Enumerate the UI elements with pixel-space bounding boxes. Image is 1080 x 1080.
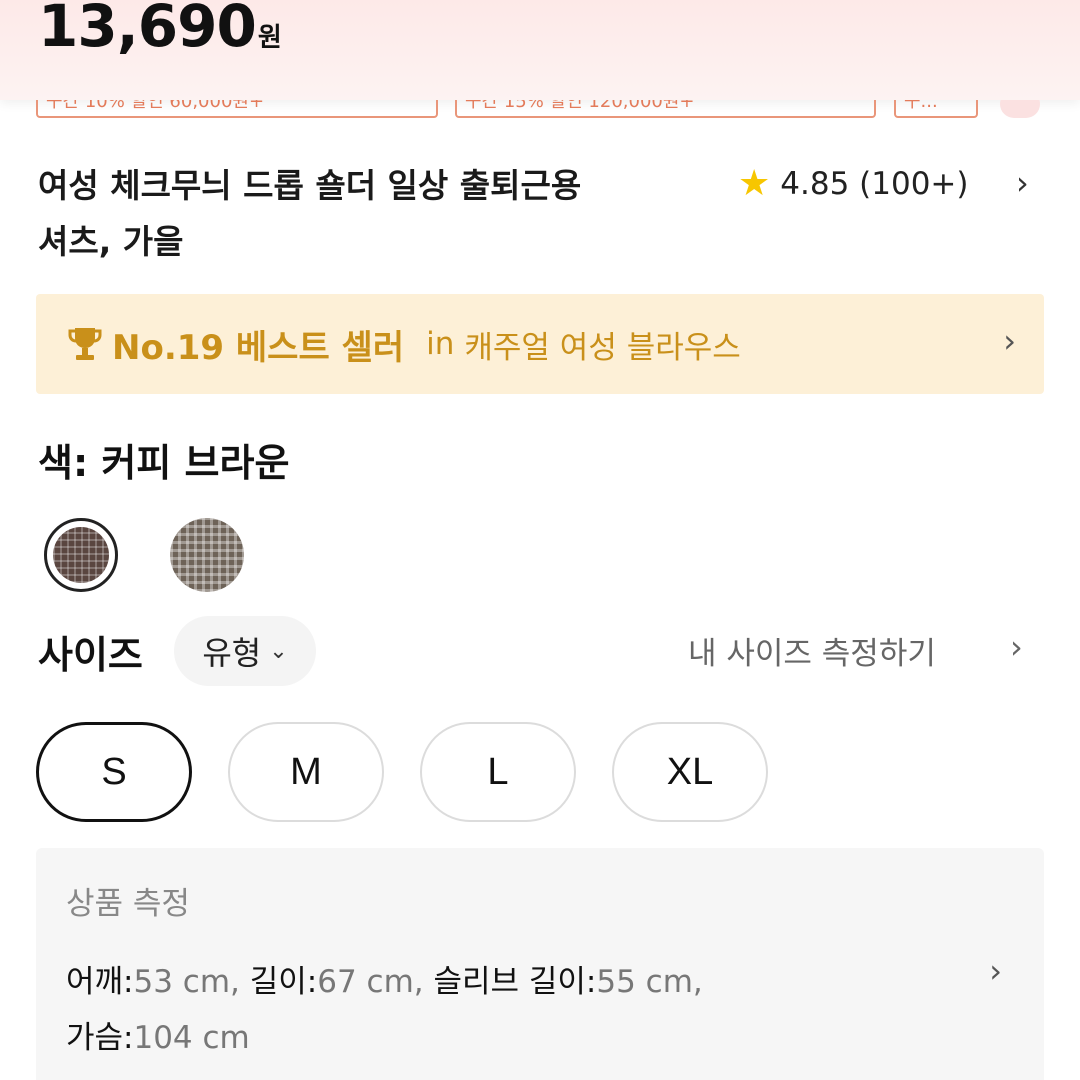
price-amount: 13,690 (38, 0, 257, 60)
shoulder-value: 53 cm, (133, 964, 250, 1000)
product-title-line-2: 셔츠, 가을 (38, 222, 184, 261)
trophy-icon (68, 328, 102, 360)
coupon-more-icon[interactable] (1000, 100, 1040, 118)
chevron-right-icon: › (1003, 322, 1016, 360)
chevron-right-icon[interactable]: › (1016, 164, 1029, 202)
measurement-title: 상품 측정 (66, 886, 190, 922)
coupon-strip: 구간 10% 할인 60,000원+ 구간 15% 할인 120,000원+ 구… (0, 100, 1080, 122)
length-key: 길이: (249, 964, 318, 1000)
star-icon: ★ (738, 163, 771, 204)
best-seller-in: in (426, 326, 455, 362)
sleeve-value: 55 cm, (596, 964, 703, 1000)
color-swatch-coffee-brown[interactable] (53, 527, 109, 583)
price: 13,690 원 (38, 0, 282, 60)
coupon-tier-2[interactable]: 구간 15% 할인 120,000원+ (455, 100, 876, 118)
shoulder-key: 어깨: (66, 964, 134, 1000)
size-type-dropdown[interactable]: 유형 ⌄ (174, 616, 316, 686)
product-title-line-1: 여성 체크무늬 드롭 숄더 일상 출퇴근용 (38, 166, 582, 205)
measure-my-size-link[interactable]: 내 사이즈 측정하기 (688, 628, 936, 673)
rating[interactable]: ★ 4.85 (100+) (738, 160, 969, 208)
sleeve-key: 슬리브 길이: (433, 964, 597, 1000)
coupon-tier-1[interactable]: 구간 10% 할인 60,000원+ (36, 100, 438, 118)
chevron-right-icon: › (989, 952, 1002, 990)
best-seller-banner[interactable]: No.19 베스트 셀러 in 캐주얼 여성 블라우스 › (36, 294, 1044, 394)
color-swatch-khaki-check[interactable] (170, 518, 244, 592)
size-type-label: 유형 (202, 634, 262, 672)
size-option-s[interactable]: S (36, 722, 192, 822)
color-label: 색: 커피 브라운 (38, 441, 290, 485)
size-option-m[interactable]: M (228, 722, 384, 822)
measurement-values: 어깨:53 cm, 길이:67 cm, 슬리브 길이:55 cm, 가슴:104… (66, 954, 926, 1066)
chest-key: 가슴: (66, 1020, 134, 1056)
coupon-tier-3[interactable]: 구... (894, 100, 978, 118)
chevron-right-icon[interactable]: › (1010, 628, 1023, 666)
chest-value: 104 cm (133, 1020, 250, 1056)
price-unit: 원 (257, 23, 282, 53)
best-seller-category: 캐주얼 여성 블라우스 (464, 329, 741, 366)
size-option-xl[interactable]: XL (612, 722, 768, 822)
best-seller-rank: No.19 베스트 셀러 (112, 327, 405, 368)
size-option-l[interactable]: L (420, 722, 576, 822)
product-title: 여성 체크무늬 드롭 숄더 일상 출퇴근용 셔츠, 가을 (38, 158, 678, 270)
size-label: 사이즈 (38, 633, 143, 677)
length-value: 67 cm, (317, 964, 434, 1000)
product-measurement-panel[interactable]: 상품 측정 어깨:53 cm, 길이:67 cm, 슬리브 길이:55 cm, … (36, 848, 1044, 1080)
price-header: 13,690 원 (0, 0, 1080, 100)
chevron-down-icon: ⌄ (269, 638, 288, 664)
rating-text: 4.85 (100+) (780, 166, 969, 202)
